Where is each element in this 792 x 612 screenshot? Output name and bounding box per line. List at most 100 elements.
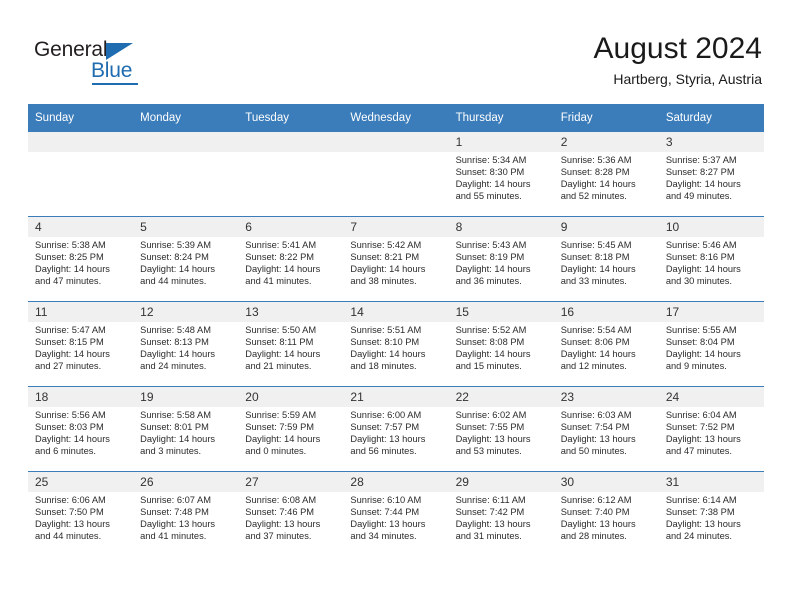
calendar-day-cell[interactable]: 5 Sunrise: 5:39 AM Sunset: 8:24 PM Daylight… [133, 216, 239, 302]
day-number: 11 [28, 302, 134, 322]
day-sunrise-text: Sunrise: 5:55 AM [665, 325, 737, 335]
calendar-day-cell[interactable]: 7 Sunrise: 5:42 AM Sunset: 8:21 PM Daylight… [343, 216, 449, 302]
calendar-day-cell[interactable]: 9 Sunrise: 5:45 AM Sunset: 8:18 PM Daylight… [553, 216, 659, 302]
calendar-day-cell[interactable]: 20 Sunrise: 5:59 AM Sunset: 7:59 PM Dayligh… [238, 386, 344, 472]
day-sunrise-text: Sunrise: 5:37 AM [665, 155, 737, 165]
day-details: Sunrise: 5:59 AM Sunset: 7:59 PM Daylight:… [238, 407, 343, 458]
day-daylight-2-text: and 9 minutes. [665, 360, 727, 371]
calendar-day-cell[interactable]: 1 Sunrise: 5:34 AM Sunset: 8:30 PM Daylight… [448, 132, 554, 217]
day-sunset-text: Sunset: 8:10 PM [350, 336, 420, 347]
day-sunrise-text: Sunrise: 5:36 AM [560, 155, 632, 165]
calendar-day-cell[interactable]: 21 Sunrise: 6:00 AM Sunset: 7:57 PM Dayligh… [343, 386, 449, 472]
day-sunrise-text: Sunrise: 6:12 AM [560, 495, 632, 505]
day-number: 25 [28, 472, 134, 492]
calendar-day-cell[interactable]: 14 Sunrise: 5:51 AM Sunset: 8:10 PM Dayligh… [343, 301, 449, 387]
calendar-day-cell[interactable]: 6 Sunrise: 5:41 AM Sunset: 8:22 PM Daylight… [238, 216, 344, 302]
day-sunrise-text: Sunrise: 5:51 AM [350, 325, 422, 335]
day-number: 29 [448, 472, 554, 492]
calendar-day-cell[interactable]: 4 Sunrise: 5:38 AM Sunset: 8:25 PM Daylight… [28, 216, 134, 302]
calendar-day-cell[interactable]: 28 Sunrise: 6:10 AM Sunset: 7:44 PM Dayligh… [343, 471, 449, 556]
calendar-day-cell[interactable]: 19 Sunrise: 5:58 AM Sunset: 8:01 PM Dayligh… [133, 386, 239, 472]
day-details: Sunrise: 5:45 AM Sunset: 8:18 PM Daylight:… [554, 237, 659, 288]
day-details: Sunrise: 5:39 AM Sunset: 8:24 PM Daylight:… [133, 237, 238, 288]
calendar-day-cell[interactable]: 3 Sunrise: 5:37 AM Sunset: 8:27 PM Daylight… [658, 132, 764, 217]
day-number: 4 [28, 217, 134, 237]
day-daylight-2-text: and 30 minutes. [665, 275, 732, 286]
calendar-day-cell[interactable]: 17 Sunrise: 5:55 AM Sunset: 8:04 PM Dayligh… [658, 301, 764, 387]
day-daylight-1-text: Daylight: 13 hours [665, 433, 741, 444]
day-daylight-1-text: Daylight: 13 hours [350, 518, 426, 529]
calendar-day-cell[interactable]: 25 Sunrise: 6:06 AM Sunset: 7:50 PM Dayligh… [28, 471, 134, 556]
calendar-day-cell[interactable]: 11 Sunrise: 5:47 AM Sunset: 8:15 PM Dayligh… [28, 301, 134, 387]
day-sunset-text: Sunset: 8:08 PM [455, 336, 525, 347]
day-daylight-2-text: and 24 minutes. [665, 530, 732, 541]
day-number: 5 [133, 217, 239, 237]
weekday-header-thursday: Thursday [448, 104, 554, 132]
calendar-day-cell[interactable]: 29 Sunrise: 6:11 AM Sunset: 7:42 PM Dayligh… [448, 471, 554, 556]
day-sunset-text: Sunset: 7:59 PM [245, 421, 315, 432]
calendar-day-cell-empty [28, 132, 134, 217]
calendar-day-cell[interactable]: 30 Sunrise: 6:12 AM Sunset: 7:40 PM Dayligh… [553, 471, 659, 556]
calendar-day-cell[interactable]: 16 Sunrise: 5:54 AM Sunset: 8:06 PM Dayligh… [553, 301, 659, 387]
day-sunrise-text: Sunrise: 5:58 AM [140, 410, 211, 420]
calendar-day-cell[interactable]: 18 Sunrise: 5:56 AM Sunset: 8:03 PM Dayligh… [28, 386, 134, 472]
calendar-day-cell[interactable]: 31 Sunrise: 6:14 AM Sunset: 7:38 PM Dayligh… [658, 471, 764, 556]
calendar-week-row: 4 Sunrise: 5:38 AM Sunset: 8:25 PM Daylight… [28, 216, 764, 302]
day-number: 16 [553, 302, 659, 322]
day-sunrise-text: Sunrise: 5:48 AM [140, 325, 211, 335]
day-daylight-2-text: and 21 minutes. [245, 360, 312, 371]
calendar-day-cell-empty [238, 132, 344, 217]
day-details: Sunrise: 6:11 AM Sunset: 7:42 PM Daylight:… [449, 492, 554, 543]
logo-underline [92, 83, 138, 85]
calendar-day-cell[interactable]: 2 Sunrise: 5:36 AM Sunset: 8:28 PM Daylight… [553, 132, 659, 217]
day-sunset-text: Sunset: 8:04 PM [665, 336, 735, 347]
day-sunset-text: Sunset: 8:24 PM [140, 251, 209, 262]
day-sunrise-text: Sunrise: 5:45 AM [560, 240, 632, 250]
day-sunset-text: Sunset: 8:18 PM [560, 251, 630, 262]
day-daylight-2-text: and 28 minutes. [560, 530, 627, 541]
day-details: Sunrise: 5:52 AM Sunset: 8:08 PM Daylight:… [449, 322, 554, 373]
page-subtitle: Hartberg, Styria, Austria [613, 71, 762, 87]
day-sunrise-text: Sunrise: 6:04 AM [665, 410, 737, 420]
day-sunset-text: Sunset: 7:55 PM [455, 421, 525, 432]
calendar-day-cell[interactable]: 27 Sunrise: 6:08 AM Sunset: 7:46 PM Dayligh… [238, 471, 344, 556]
day-sunset-text: Sunset: 7:50 PM [35, 506, 104, 517]
calendar-day-cell[interactable]: 12 Sunrise: 5:48 AM Sunset: 8:13 PM Dayligh… [133, 301, 239, 387]
day-details: Sunrise: 5:51 AM Sunset: 8:10 PM Daylight:… [343, 322, 448, 373]
day-daylight-2-text: and 24 minutes. [140, 360, 207, 371]
day-sunrise-text: Sunrise: 5:46 AM [665, 240, 737, 250]
day-details: Sunrise: 5:34 AM Sunset: 8:30 PM Daylight:… [449, 152, 554, 203]
day-sunrise-text: Sunrise: 6:08 AM [245, 495, 317, 505]
calendar-day-cell[interactable]: 15 Sunrise: 5:52 AM Sunset: 8:08 PM Dayligh… [448, 301, 554, 387]
calendar-day-cell[interactable]: 26 Sunrise: 6:07 AM Sunset: 7:48 PM Dayligh… [133, 471, 239, 556]
day-sunset-text: Sunset: 8:19 PM [455, 251, 525, 262]
day-sunrise-text: Sunrise: 6:11 AM [455, 495, 526, 505]
day-daylight-2-text: and 52 minutes. [560, 190, 627, 201]
day-number: 24 [658, 387, 764, 407]
calendar-day-cell[interactable]: 23 Sunrise: 6:03 AM Sunset: 7:54 PM Dayligh… [553, 386, 659, 472]
day-sunrise-text: Sunrise: 5:54 AM [560, 325, 632, 335]
weekday-header-tuesday: Tuesday [238, 104, 344, 132]
weekday-header-sunday: Sunday [28, 104, 134, 132]
day-details: Sunrise: 6:12 AM Sunset: 7:40 PM Daylight:… [554, 492, 659, 543]
day-sunset-text: Sunset: 8:28 PM [560, 166, 630, 177]
calendar-day-cell[interactable]: 8 Sunrise: 5:43 AM Sunset: 8:19 PM Daylight… [448, 216, 554, 302]
day-daylight-2-text: and 44 minutes. [35, 530, 102, 541]
day-number: 23 [553, 387, 659, 407]
calendar-day-cell[interactable]: 10 Sunrise: 5:46 AM Sunset: 8:16 PM Dayligh… [658, 216, 764, 302]
logo-triangle-icon [106, 43, 133, 60]
calendar-day-cell[interactable]: 13 Sunrise: 5:50 AM Sunset: 8:11 PM Dayligh… [238, 301, 344, 387]
day-daylight-1-text: Daylight: 13 hours [560, 518, 636, 529]
calendar-day-cell[interactable]: 24 Sunrise: 6:04 AM Sunset: 7:52 PM Dayligh… [658, 386, 764, 472]
calendar-grid: Sunday Monday Tuesday Wednesday Thursday Frid… [28, 104, 764, 556]
day-daylight-1-text: Daylight: 14 hours [350, 348, 426, 359]
day-sunrise-text: Sunrise: 5:39 AM [140, 240, 211, 250]
day-number: 14 [343, 302, 449, 322]
calendar-day-cell[interactable]: 22 Sunrise: 6:02 AM Sunset: 7:55 PM Dayligh… [448, 386, 554, 472]
day-daylight-1-text: Daylight: 14 hours [560, 348, 636, 359]
day-number: 13 [238, 302, 344, 322]
day-daylight-1-text: Daylight: 14 hours [35, 263, 110, 274]
day-daylight-1-text: Daylight: 14 hours [245, 348, 321, 359]
day-daylight-1-text: Daylight: 14 hours [140, 263, 216, 274]
day-daylight-1-text: Daylight: 14 hours [665, 348, 741, 359]
